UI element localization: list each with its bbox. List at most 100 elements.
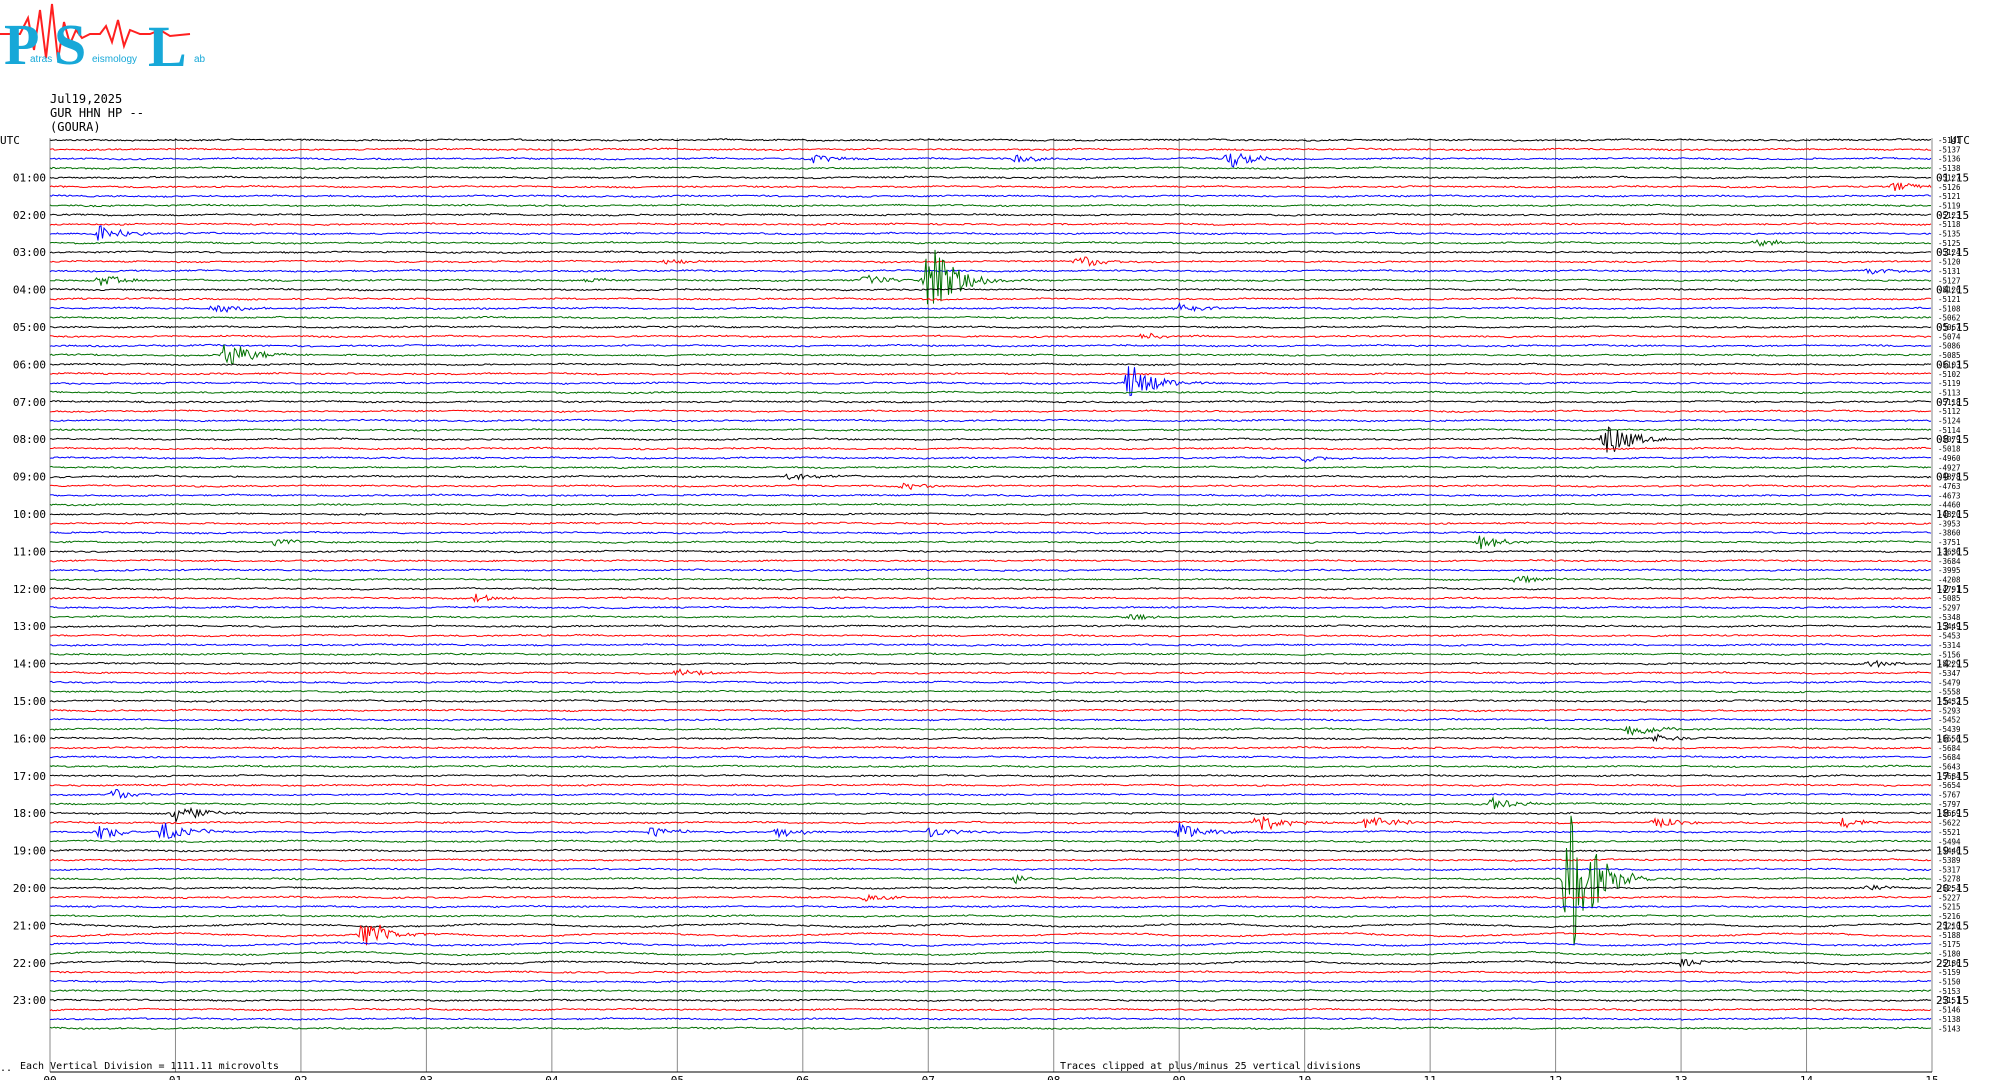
right-utc-label: UTC — [1950, 134, 1970, 147]
seismic-trace — [49, 456, 1932, 463]
seismic-trace — [49, 924, 1932, 946]
seismic-trace — [49, 708, 1932, 713]
left-hour-label: 06:00 — [13, 358, 46, 371]
seismic-trace — [49, 668, 1931, 677]
left-hour-label: 05:00 — [13, 321, 46, 334]
seismic-trace — [49, 613, 1932, 621]
right-hour-label: 02:15 — [1936, 209, 1969, 222]
x-tick-label: 02 — [294, 1074, 307, 1080]
seismic-trace — [49, 773, 1932, 778]
left-hour-label: 14:00 — [13, 658, 46, 671]
seismic-trace — [49, 988, 1932, 993]
left-hour-label: 16:00 — [13, 732, 46, 745]
right-hour-label: 05:15 — [1936, 321, 1969, 334]
seismic-trace — [50, 858, 1932, 862]
seismic-trace — [49, 362, 1932, 367]
x-tick-label: 14 — [1800, 1074, 1814, 1080]
seismic-trace — [49, 194, 1932, 199]
right-hour-label: 13:15 — [1936, 620, 1969, 633]
trace-offset-label: -5452 — [1938, 716, 1961, 725]
trace-offset-label: -4673 — [1938, 491, 1961, 500]
seismic-trace — [49, 256, 1932, 267]
trace-offset-label: -5684 — [1938, 753, 1961, 762]
seismic-trace — [49, 848, 1932, 853]
left-hour-label: 11:00 — [13, 545, 46, 558]
seismic-trace — [49, 268, 1932, 275]
trace-group — [49, 138, 1932, 1031]
trace-offset-label: -5150 — [1938, 978, 1961, 987]
left-utc-label: UTC — [0, 134, 20, 147]
seismic-trace — [49, 795, 1932, 810]
left-hour-label: 20:00 — [13, 882, 46, 895]
seismic-trace — [49, 764, 1932, 769]
seismic-trace — [49, 659, 1932, 669]
seismic-trace — [49, 922, 1932, 929]
left-hour-label: 07:00 — [13, 396, 46, 409]
seismic-trace — [49, 941, 1932, 947]
trace-offset-label: -5479 — [1938, 678, 1961, 687]
seismic-trace — [49, 558, 1932, 563]
seismic-trace — [49, 624, 1932, 629]
seismogram-chart: -5141-5137-5136-5138-5127-5126-5121-5119… — [0, 134, 1970, 1080]
left-hour-label: 17:00 — [13, 770, 46, 783]
right-hour-label: 15:15 — [1936, 695, 1969, 708]
seismic-trace — [49, 465, 1932, 470]
trace-offset-label: -5143 — [1938, 1024, 1961, 1033]
seismic-trace — [49, 535, 1932, 550]
seismic-trace — [49, 884, 1932, 891]
left-hour-label: 22:00 — [13, 957, 46, 970]
footer-left-mark: .. — [0, 1063, 13, 1074]
seismic-trace — [49, 418, 1932, 423]
seismic-trace — [49, 225, 1932, 241]
seismic-trace — [49, 297, 1932, 301]
seismic-trace — [49, 493, 1932, 498]
trace-offset-label: -5136 — [1938, 155, 1961, 164]
seismic-trace — [49, 287, 1932, 292]
x-tick-label: 04 — [545, 1074, 559, 1080]
right-hour-label: 22:15 — [1936, 957, 1969, 970]
seismic-trace — [50, 446, 1931, 451]
seismic-trace — [49, 371, 1932, 376]
right-hour-label: 01:15 — [1936, 171, 1969, 184]
seismic-trace — [49, 733, 1932, 743]
seismic-trace — [49, 998, 1932, 1002]
right-hour-label: 21:15 — [1936, 919, 1969, 932]
seismic-trace — [49, 302, 1932, 314]
right-hour-label: 03:15 — [1936, 246, 1969, 259]
trace-offset-label: -4960 — [1938, 454, 1961, 463]
seismic-trace — [49, 822, 1932, 840]
seismic-trace — [49, 239, 1931, 247]
x-tick-label: 08 — [1047, 1074, 1060, 1080]
trace-offset-label: -5175 — [1938, 940, 1961, 949]
x-tick-label: 07 — [922, 1074, 935, 1080]
seismic-trace — [49, 249, 1932, 305]
vertical-division-note: Each Vertical Division = 1111.11 microvo… — [20, 1061, 279, 1072]
left-hour-label: 12:00 — [13, 583, 46, 596]
right-hour-label: 08:15 — [1936, 433, 1969, 446]
seismic-trace — [49, 138, 1932, 142]
trace-offset-label: -5108 — [1938, 304, 1961, 313]
seismic-trace — [49, 717, 1931, 722]
seismic-trace — [49, 950, 1932, 957]
seismic-trace — [49, 147, 1932, 152]
trace-offset-label: -5317 — [1938, 865, 1961, 874]
seismic-trace — [49, 1017, 1932, 1021]
left-hour-label: 15:00 — [13, 695, 46, 708]
seismic-trace — [49, 745, 1932, 750]
seismic-trace — [49, 512, 1932, 516]
trace-offset-label: -3995 — [1938, 566, 1961, 575]
x-tick-label: 01 — [169, 1074, 182, 1080]
seismic-trace — [49, 839, 1931, 844]
seismic-trace — [49, 473, 1932, 481]
left-hour-label: 19:00 — [13, 845, 46, 858]
minute-grid — [49, 138, 1933, 1073]
trace-offset-label: -5124 — [1938, 417, 1961, 426]
right-hour-label: 11:15 — [1936, 545, 1969, 558]
seismic-trace — [49, 427, 1932, 432]
seismic-trace — [50, 816, 1932, 831]
trace-offset-label: -5314 — [1938, 641, 1961, 650]
seismic-trace — [49, 958, 1932, 968]
right-hour-label: 23:15 — [1936, 994, 1969, 1007]
trace-offset-label: -5135 — [1938, 230, 1961, 239]
x-tick-label: 10 — [1298, 1074, 1311, 1080]
